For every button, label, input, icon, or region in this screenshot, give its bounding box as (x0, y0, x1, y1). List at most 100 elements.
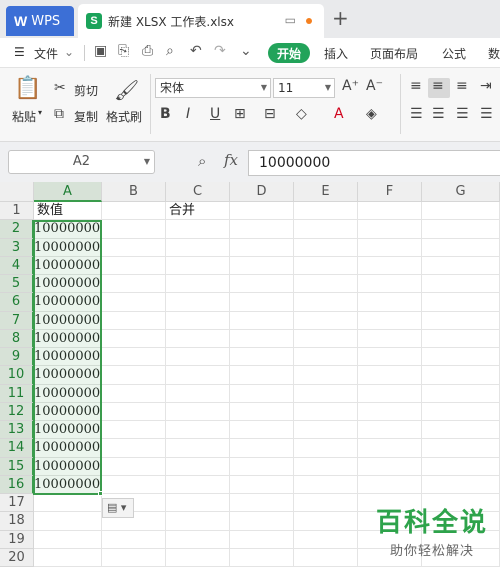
row-header-19[interactable]: 19 (0, 530, 34, 549)
row-header-10[interactable]: 10 (0, 366, 34, 385)
row-header-14[interactable]: 14 (0, 439, 34, 458)
row-header-15[interactable]: 15 (0, 457, 34, 476)
row-header-20[interactable]: 20 (0, 548, 34, 567)
menu-bar: ☰ 文件 ⌄ ▣ ⎘ ⎙ ⌕ ↶ ↷ ⌄ 开始 插入 页面布局 公式 数 (0, 38, 500, 68)
column-header-a[interactable]: A (34, 182, 102, 202)
hamburger-icon[interactable]: ☰ (14, 45, 25, 59)
column-header-f[interactable]: F (358, 182, 422, 202)
align-right-icon[interactable]: ☰ (456, 106, 469, 122)
name-box-value: A2 (72, 154, 91, 169)
grid-line (34, 438, 500, 440)
row-header-13[interactable]: 13 (0, 421, 34, 440)
scissors-icon[interactable]: ✂ (54, 80, 66, 96)
underline-button[interactable]: U (210, 106, 220, 122)
justify-icon[interactable]: ☰ (480, 106, 493, 122)
cell-a1[interactable]: 数值 (34, 202, 102, 220)
italic-button[interactable]: I (186, 106, 190, 122)
paste-icon[interactable]: 📋 (14, 76, 41, 101)
spreadsheet-icon: S (86, 13, 102, 29)
export-icon[interactable]: ⎘ (118, 43, 129, 59)
row-header-4[interactable]: 4 (0, 256, 34, 275)
redo-icon[interactable]: ↷ (214, 43, 226, 59)
zoom-icon[interactable]: ⌕ (198, 152, 206, 170)
print-preview-icon[interactable]: ⌕ (166, 43, 174, 59)
grid-line (34, 255, 500, 257)
document-tab[interactable]: S 新建 XLSX 工作表.xlsx ▭ (78, 4, 324, 38)
unsaved-dot-icon (306, 18, 312, 24)
increase-font-icon[interactable]: A⁺ (342, 78, 359, 94)
merge-icon[interactable]: ⊟ (264, 106, 276, 122)
paste-button[interactable]: 粘贴 (12, 108, 36, 125)
fill-handle[interactable] (98, 491, 103, 496)
font-color-icon[interactable]: A (334, 106, 344, 122)
row-header-5[interactable]: 5 (0, 275, 34, 294)
row-header-12[interactable]: 12 (0, 402, 34, 421)
grid-line (229, 202, 230, 567)
watermark-subtitle: 助你轻松解决 (389, 544, 474, 559)
copy-icon[interactable]: ⧉ (54, 106, 64, 122)
fx-icon[interactable]: fx (224, 151, 238, 169)
column-header-c[interactable]: C (166, 182, 230, 202)
select-all-corner[interactable] (0, 182, 34, 202)
copy-button[interactable]: 复制 (74, 108, 98, 125)
decrease-font-icon[interactable]: A⁻ (366, 78, 383, 94)
bold-button[interactable]: B (160, 106, 171, 122)
wps-home-tab[interactable]: W WPS (6, 6, 74, 36)
paste-options-button[interactable]: ▤ ▾ (102, 498, 134, 518)
formula-input[interactable]: 10000000 (248, 150, 500, 176)
row-header-11[interactable]: 11 (0, 384, 34, 403)
row-header-1[interactable]: 1 (0, 202, 34, 221)
grid-line (34, 493, 500, 494)
wps-logo-icon: W (14, 13, 28, 29)
grid-line (34, 474, 500, 476)
row-header-9[interactable]: 9 (0, 348, 34, 367)
menu-formulas[interactable]: 公式 (442, 45, 466, 62)
new-tab-button[interactable]: + (332, 6, 349, 30)
align-left-icon[interactable]: ☰ (410, 106, 423, 122)
align-top-icon[interactable]: ≡ (410, 78, 422, 94)
column-header-b[interactable]: B (102, 182, 166, 202)
align-middle-icon[interactable]: ≡ (432, 78, 444, 94)
row-header-17[interactable]: 17 (0, 494, 34, 513)
undo-icon[interactable]: ↶ (190, 43, 202, 59)
column-header-g[interactable]: G (422, 182, 500, 202)
monitor-icon[interactable]: ▭ (285, 13, 296, 27)
ribbon-toolbar: 📋 粘贴 ▾ ✂ 剪切 ⧉ 复制 🖌 格式刷 宋体 ▼ 11 ▼ A⁺ A⁻ B… (0, 68, 500, 142)
border-icon[interactable]: ⊞ (234, 106, 246, 122)
menu-file[interactable]: 文件 (34, 45, 58, 62)
clear-format-icon[interactable]: ◈ (366, 106, 377, 122)
row-header-16[interactable]: 16 (0, 475, 34, 494)
title-bar: W WPS S 新建 XLSX 工作表.xlsx ▭ + (0, 0, 500, 38)
menu-page-layout[interactable]: 页面布局 (370, 45, 418, 62)
row-header-18[interactable]: 18 (0, 512, 34, 531)
name-box[interactable]: A2 ▼ (8, 150, 155, 174)
cut-button[interactable]: 剪切 (74, 82, 98, 99)
indent-icon[interactable]: ⇥ (480, 78, 492, 94)
format-painter-icon[interactable]: 🖌 (114, 78, 139, 102)
row-header-2[interactable]: 2 (0, 220, 34, 239)
print-icon[interactable]: ⎙ (142, 43, 153, 59)
more-icon[interactable]: ⌄ (240, 43, 252, 59)
paste-dropdown-icon[interactable]: ▾ (38, 108, 42, 117)
divider (400, 74, 401, 134)
column-header-e[interactable]: E (294, 182, 358, 202)
row-header-7[interactable]: 7 (0, 311, 34, 330)
fill-color-icon[interactable]: ◇ (296, 106, 307, 122)
save-icon[interactable]: ▣ (94, 43, 107, 59)
column-header-d[interactable]: D (230, 182, 294, 202)
font-size-select[interactable]: 11 ▼ (273, 78, 335, 98)
align-center-icon[interactable]: ☰ (432, 106, 445, 122)
divider (84, 45, 85, 61)
row-header-8[interactable]: 8 (0, 329, 34, 348)
cell-c1[interactable]: 合并 (166, 202, 230, 220)
format-painter-button[interactable]: 格式刷 (106, 108, 142, 125)
menu-insert[interactable]: 插入 (324, 45, 348, 62)
chevron-down-icon: ▼ (143, 157, 150, 166)
align-bottom-icon[interactable]: ≡ (456, 78, 468, 94)
row-header-6[interactable]: 6 (0, 293, 34, 312)
font-name-select[interactable]: 宋体 ▼ (155, 78, 271, 98)
row-header-3[interactable]: 3 (0, 238, 34, 257)
menu-data[interactable]: 数 (488, 45, 500, 62)
menu-start[interactable]: 开始 (268, 43, 310, 63)
chevron-down-icon[interactable]: ⌄ (64, 45, 74, 59)
